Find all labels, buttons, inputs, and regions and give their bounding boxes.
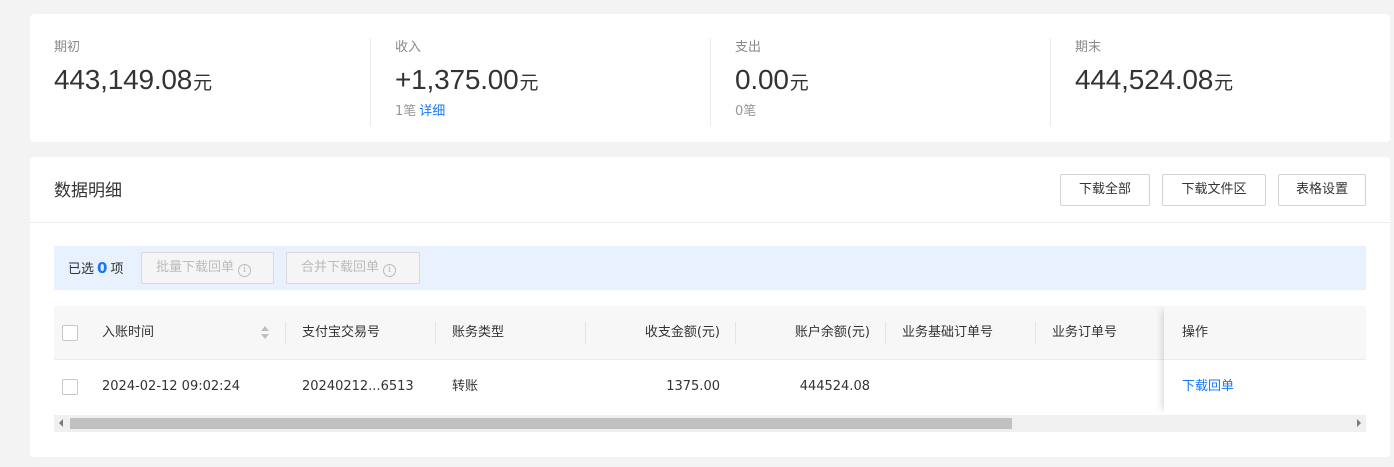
stat-opening-label: 期初	[54, 40, 81, 55]
download-area-button[interactable]: 下载文件区	[1162, 174, 1266, 206]
batch-download-label: 批量下载回单	[156, 260, 235, 275]
scroll-right-icon[interactable]	[1357, 419, 1361, 427]
detail-header: 数据明细 下载全部 下载文件区 表格设置	[30, 157, 1390, 223]
row-checkbox[interactable]	[62, 379, 78, 395]
selection-bar: 已选 0 项 批量下载回单 i 合并下载回单 i	[54, 246, 1366, 290]
horizontal-scrollbar[interactable]	[54, 415, 1366, 432]
cell-alipay-no: 20240212...6513	[302, 379, 414, 394]
cell-time: 2024-02-12 09:02:24	[102, 379, 241, 394]
stat-closing-amount: 444,524.08	[1075, 64, 1214, 95]
data-table: 入账时间 支付宝交易号 账务类型 收支金额(元) 账户余额(元) 业务基础订单号…	[54, 306, 1366, 416]
col-base-order: 业务基础订单号	[902, 325, 994, 340]
stat-closing-label: 期末	[1075, 40, 1102, 55]
info-icon: i	[383, 264, 397, 277]
stat-expense-amount: 0.00	[735, 64, 789, 95]
scroll-thumb[interactable]	[70, 418, 1012, 429]
select-all-checkbox[interactable]	[62, 325, 78, 341]
selection-count: 0	[97, 259, 108, 277]
column-divider	[285, 322, 286, 344]
column-divider	[885, 322, 886, 344]
stat-closing: 期末 444,524.08元	[1050, 38, 1390, 126]
cell-amount: 1375.00	[666, 379, 720, 394]
col-type: 账务类型	[452, 325, 505, 340]
col-action: 操作	[1164, 306, 1366, 360]
cell-type: 转账	[452, 379, 479, 394]
stat-expense-unit: 元	[789, 72, 809, 94]
stat-income-sub: 1笔 详细	[395, 102, 710, 122]
action-column: 操作 下载回单	[1164, 306, 1366, 414]
info-icon: i	[238, 264, 252, 277]
col-order: 业务订单号	[1052, 325, 1118, 340]
stat-income-amount: +1,375.00	[395, 64, 519, 95]
sort-icon[interactable]	[260, 326, 270, 340]
selection-status: 已选 0 项	[68, 258, 123, 280]
table-settings-button[interactable]: 表格设置	[1278, 174, 1366, 206]
selection-prefix: 已选	[68, 262, 95, 277]
income-detail-link[interactable]: 详细	[419, 104, 445, 119]
selection-suffix: 项	[110, 262, 124, 277]
stat-expense-value: 0.00元	[735, 62, 1050, 98]
col-time[interactable]: 入账时间	[102, 306, 154, 360]
detail-title: 数据明细	[54, 181, 122, 201]
stat-opening-value: 443,149.08元	[54, 62, 370, 98]
stat-opening-amount: 443,149.08	[54, 64, 193, 95]
stat-expense-label: 支出	[735, 40, 762, 55]
stat-income-count: 1笔	[395, 104, 417, 119]
stat-expense-count: 0笔	[735, 104, 757, 119]
merge-download-button[interactable]: 合并下载回单 i	[286, 252, 420, 284]
batch-download-button[interactable]: 批量下载回单 i	[141, 252, 274, 284]
download-all-button[interactable]: 下载全部	[1060, 174, 1150, 206]
col-alipay-no: 支付宝交易号	[302, 325, 381, 340]
stat-income-value: +1,375.00元	[395, 62, 710, 98]
scroll-left-icon[interactable]	[59, 419, 63, 427]
summary-card: 期初 443,149.08元 收入 +1,375.00元 1笔 详细 支出 0.0…	[30, 14, 1390, 142]
stat-income-unit: 元	[519, 72, 539, 94]
column-divider	[1035, 322, 1036, 344]
column-divider	[435, 322, 436, 344]
cell-balance: 444524.08	[799, 379, 870, 394]
stat-expense-sub: 0笔	[735, 102, 1050, 122]
col-balance: 账户余额(元)	[794, 325, 870, 340]
stat-income-label: 收入	[395, 40, 422, 55]
stat-expense: 支出 0.00元 0笔	[710, 38, 1050, 126]
download-receipt-link[interactable]: 下载回单	[1164, 360, 1366, 414]
stat-opening: 期初 443,149.08元	[30, 38, 370, 126]
col-amount: 收支金额(元)	[644, 325, 720, 340]
stat-closing-unit: 元	[1214, 72, 1234, 94]
stat-opening-unit: 元	[193, 72, 213, 94]
stat-closing-value: 444,524.08元	[1075, 62, 1390, 98]
detail-card: 数据明细 下载全部 下载文件区 表格设置 已选 0 项 批量下载回单 i 合并下载回单…	[30, 157, 1390, 457]
merge-download-label: 合并下载回单	[301, 260, 380, 275]
stat-income: 收入 +1,375.00元 1笔 详细	[370, 38, 710, 126]
